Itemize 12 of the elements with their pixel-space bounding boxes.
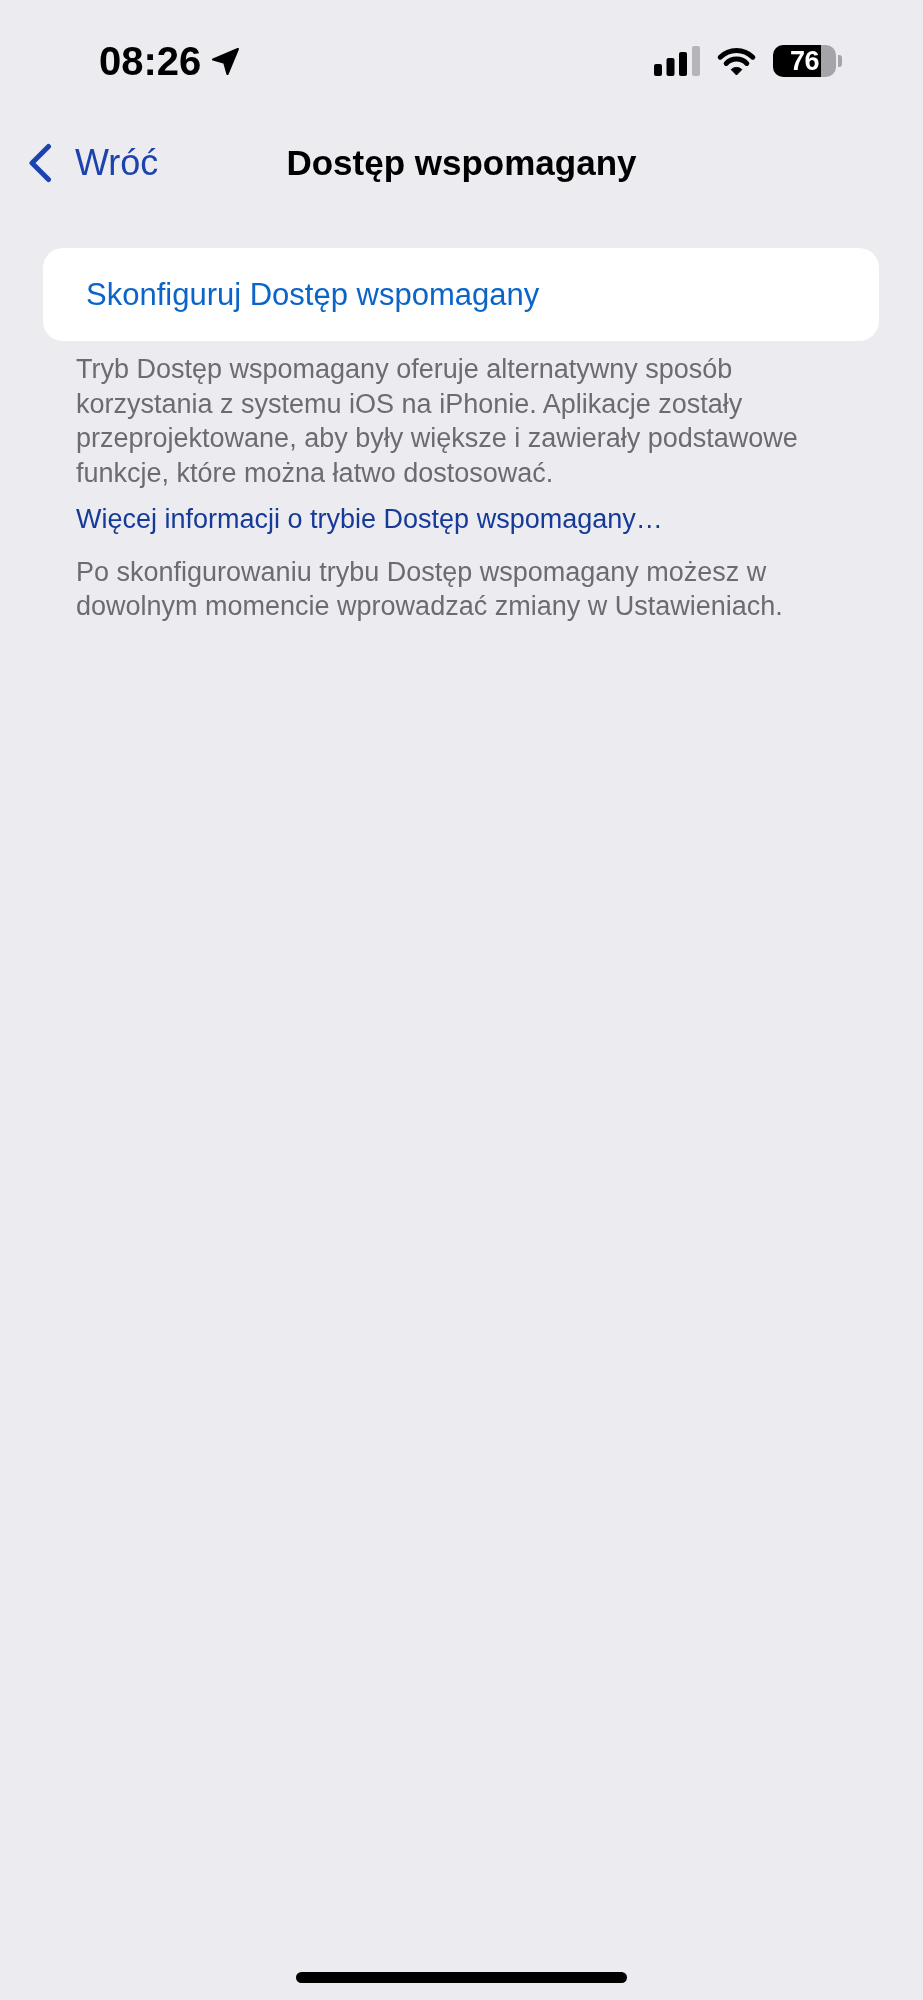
more-info-link[interactable]: Więcej informacji o trybie Dostęp wspomagany… (76, 502, 663, 537)
description-text: Tryb Dostęp wspomagany oferuje alternatywny sposób korzystania z systemu iOS na iPhonie. Aplikacje zostały przeprojektowane, aby były większe i zawierały podstawowe funkcje, które można łatwo dostosować. (76, 353, 799, 490)
wifi-icon (716, 46, 757, 76)
note-text: Po skonfigurowaniu trybu Dostęp wspomagany możesz w dowolnym momencie wprowadzać zmiany w Ustawieniach. (76, 555, 784, 623)
location-arrow-icon (211, 46, 241, 76)
setup-button[interactable]: Skonfiguruj Dostęp wspomagany (43, 248, 879, 341)
battery-indicator: 76 (773, 45, 842, 77)
chevron-icon (28, 143, 52, 183)
nav-title: Dostęp wspomagany (286, 142, 637, 184)
back-button[interactable]: Wróć (28, 141, 159, 185)
signal-icon (654, 46, 700, 76)
status-time: 08:26 (99, 40, 202, 82)
